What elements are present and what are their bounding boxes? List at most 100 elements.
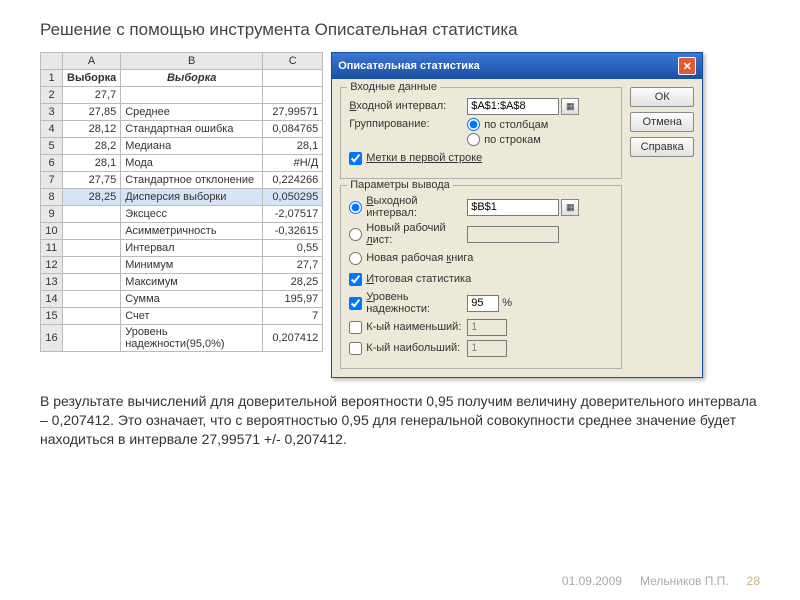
input-range-label: Входной интервал:: [349, 100, 467, 112]
cell[interactable]: [63, 223, 121, 240]
cell[interactable]: [63, 308, 121, 325]
cell[interactable]: Сумма: [121, 291, 263, 308]
cell[interactable]: Стандартное отклонение: [121, 172, 263, 189]
cell[interactable]: 28,1: [263, 138, 323, 155]
confidence-field[interactable]: [467, 295, 499, 312]
cell[interactable]: 27,99571: [263, 104, 323, 121]
range-select-icon[interactable]: ▦: [561, 98, 579, 115]
input-range-field[interactable]: [467, 98, 559, 115]
cell[interactable]: -0,32615: [263, 223, 323, 240]
cell[interactable]: Стандартная ошибка: [121, 121, 263, 138]
row-header[interactable]: 12: [41, 257, 63, 274]
row-header[interactable]: 11: [41, 240, 63, 257]
cell[interactable]: Эксцесс: [121, 206, 263, 223]
col-header-a[interactable]: A: [63, 53, 121, 70]
output-params-group: Параметры вывода Выходной интервал: ▦ Но…: [340, 185, 622, 369]
row-header[interactable]: 6: [41, 155, 63, 172]
row-header[interactable]: 2: [41, 87, 63, 104]
cell[interactable]: 28,2: [63, 138, 121, 155]
row-header[interactable]: 16: [41, 325, 63, 352]
cell[interactable]: Интервал: [121, 240, 263, 257]
cell[interactable]: Дисперсия выборки: [121, 189, 263, 206]
input-data-group: Входные данные Входной интервал: ▦ Групп…: [340, 87, 622, 179]
cell[interactable]: [63, 257, 121, 274]
labels-first-row-checkbox[interactable]: Метки в первой строке: [349, 152, 482, 165]
percent-label: %: [502, 297, 512, 309]
summary-stats-checkbox[interactable]: Итоговая статистика: [349, 273, 471, 286]
cell[interactable]: Среднее: [121, 104, 263, 121]
cell[interactable]: 0,55: [263, 240, 323, 257]
radio-output-range[interactable]: Выходной интервал:: [349, 195, 467, 219]
body-paragraph: В результате вычислений для доверительно…: [0, 378, 800, 449]
row-header[interactable]: 8: [41, 189, 63, 206]
cell[interactable]: Выборка: [63, 70, 121, 87]
cell[interactable]: Выборка: [121, 70, 263, 87]
radio-by-columns[interactable]: по столбцам: [467, 118, 548, 131]
cell[interactable]: Асимметричность: [121, 223, 263, 240]
cell[interactable]: [63, 240, 121, 257]
cell[interactable]: [63, 274, 121, 291]
cell[interactable]: 28,1: [63, 155, 121, 172]
cell[interactable]: Мода: [121, 155, 263, 172]
cell[interactable]: 0,084765: [263, 121, 323, 138]
cell[interactable]: [121, 87, 263, 104]
cell[interactable]: 7: [263, 308, 323, 325]
radio-new-book[interactable]: Новая рабочая книга: [349, 252, 473, 265]
row-header[interactable]: 9: [41, 206, 63, 223]
cell[interactable]: [63, 325, 121, 352]
radio-new-sheet[interactable]: Новый рабочий лист:: [349, 222, 467, 246]
cell[interactable]: 27,7: [263, 257, 323, 274]
cell[interactable]: 195,97: [263, 291, 323, 308]
col-header-b[interactable]: B: [121, 53, 263, 70]
kth-largest-checkbox[interactable]: К-ый наибольший:: [349, 342, 467, 355]
corner-cell[interactable]: [41, 53, 63, 70]
cell[interactable]: 28,12: [63, 121, 121, 138]
row-header[interactable]: 13: [41, 274, 63, 291]
row-header[interactable]: 14: [41, 291, 63, 308]
cell[interactable]: Минимум: [121, 257, 263, 274]
output-range-field[interactable]: [467, 199, 559, 216]
help-button[interactable]: Справка: [630, 137, 694, 157]
dialog-title: Описательная статистика: [338, 60, 480, 72]
cell[interactable]: 28,25: [63, 189, 121, 206]
cell[interactable]: 0,224266: [263, 172, 323, 189]
cancel-button[interactable]: Отмена: [630, 112, 694, 132]
close-button[interactable]: ✕: [678, 57, 696, 75]
cell[interactable]: [263, 70, 323, 87]
cell[interactable]: 27,85: [63, 104, 121, 121]
cell[interactable]: [63, 291, 121, 308]
radio-by-rows[interactable]: по строкам: [467, 133, 548, 146]
kth-smallest-field: [467, 319, 507, 336]
row-header[interactable]: 1: [41, 70, 63, 87]
cell[interactable]: Уровень надежности(95,0%): [121, 325, 263, 352]
cell[interactable]: 0,207412: [263, 325, 323, 352]
new-sheet-field: [467, 226, 559, 243]
cell[interactable]: [63, 206, 121, 223]
page-number: 28: [747, 574, 760, 588]
row-header[interactable]: 5: [41, 138, 63, 155]
ok-button[interactable]: ОК: [630, 87, 694, 107]
row-header[interactable]: 3: [41, 104, 63, 121]
cell[interactable]: 28,25: [263, 274, 323, 291]
cell[interactable]: 27,75: [63, 172, 121, 189]
dialog-title-bar[interactable]: Описательная статистика ✕: [332, 53, 702, 79]
range-select-icon[interactable]: ▦: [561, 199, 579, 216]
col-header-c[interactable]: C: [263, 53, 323, 70]
row-header[interactable]: 10: [41, 223, 63, 240]
kth-smallest-checkbox[interactable]: К-ый наименьший:: [349, 321, 467, 334]
cell[interactable]: 0,050295: [263, 189, 323, 206]
cell[interactable]: #Н/Д: [263, 155, 323, 172]
footer: 01.09.2009 Мельников П.П. 28: [0, 574, 800, 588]
row-header[interactable]: 15: [41, 308, 63, 325]
cell[interactable]: Медиана: [121, 138, 263, 155]
group-legend: Параметры вывода: [347, 179, 453, 191]
cell[interactable]: Счет: [121, 308, 263, 325]
row-header[interactable]: 4: [41, 121, 63, 138]
footer-author: Мельников П.П.: [640, 574, 729, 588]
cell[interactable]: -2,07517: [263, 206, 323, 223]
cell[interactable]: 27,7: [63, 87, 121, 104]
cell[interactable]: [263, 87, 323, 104]
confidence-checkbox[interactable]: Уровень надежности:: [349, 291, 467, 315]
row-header[interactable]: 7: [41, 172, 63, 189]
cell[interactable]: Максимум: [121, 274, 263, 291]
